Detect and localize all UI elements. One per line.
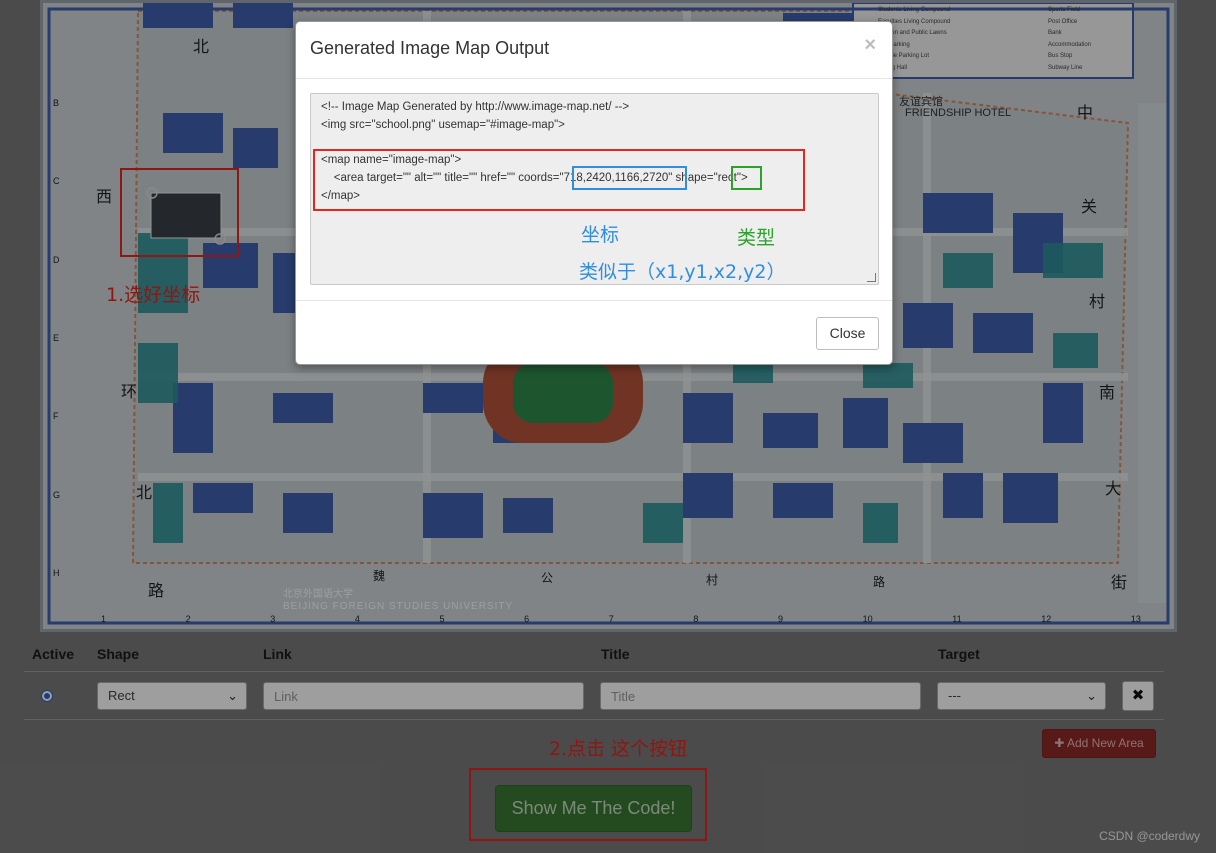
row-marker: F <box>53 411 59 422</box>
modal-title: Generated Image Map Output <box>310 38 550 58</box>
chevron-down-icon: ⌄ <box>1086 688 1097 703</box>
map-row-markers: B C D E F G H <box>53 98 60 578</box>
code-line: <!-- Image Map Generated by http://www.i… <box>321 101 630 113</box>
legend-item: Post Office <box>1048 18 1078 25</box>
map-label-road: 路 <box>148 583 165 600</box>
header-shape: Shape <box>97 646 140 662</box>
column-marker: 7 <box>608 614 614 624</box>
column-marker: 9 <box>778 614 784 624</box>
code-line: <img src="school.png" usemap="#image-map… <box>321 119 565 131</box>
hotel-label-en: FRIENDSHIP HOTEL <box>905 107 1012 119</box>
modal-header-divider <box>296 78 892 79</box>
map-caption-en: BEIJING FOREIGN STUDIES UNIVERSITY <box>283 601 514 612</box>
legend-item: Dining Hall <box>878 64 908 71</box>
header-title: Title <box>601 646 630 662</box>
map-caption-cn: 北京外国语大学 <box>283 589 353 600</box>
legend-item: Sports Field <box>1048 7 1081 13</box>
map-label-nan: 南 <box>1099 385 1116 402</box>
column-marker: 11 <box>952 614 962 624</box>
delete-area-button[interactable]: ✖ <box>1122 681 1154 711</box>
map-label-west: 西 <box>96 189 113 206</box>
watermark: CSDN @coderdwy <box>1099 829 1200 843</box>
map-label-zhong: 中 <box>1077 105 1094 122</box>
step2-annotation: 2.点击 这个按钮 <box>549 738 688 760</box>
step1-annotation: 1.选好坐标 <box>106 284 201 306</box>
title-input[interactable] <box>600 682 921 710</box>
legend-item: Bicycle Parking Lot <box>878 53 930 59</box>
header-divider <box>24 671 1164 672</box>
resize-handle-icon[interactable] <box>867 273 876 282</box>
map-label-cun: 村 <box>1089 294 1106 311</box>
map-label-ring: 环 <box>121 384 138 401</box>
plus-icon: ✚ <box>1054 736 1065 750</box>
active-radio[interactable] <box>41 690 53 702</box>
selection-highlight-box <box>120 168 239 257</box>
map-legend-right: Sports Field Post Office Bank Accommodat… <box>1048 5 1128 74</box>
map-label-north: 北 <box>193 39 210 56</box>
column-marker: 2 <box>185 614 191 624</box>
code-output-modal: Generated Image Map Output × <!-- Image … <box>295 21 893 365</box>
map-label-north-2: 北 <box>136 485 153 502</box>
map-label-jie: 街 <box>1111 575 1128 592</box>
row-marker: G <box>53 489 61 500</box>
modal-close-button[interactable]: Close <box>816 317 879 350</box>
header-target: Target <box>938 646 980 662</box>
legend-item: Accommodation <box>1048 41 1092 48</box>
column-marker: 13 <box>1130 614 1141 624</box>
close-icon: ✖ <box>1131 687 1145 704</box>
map-column-markers: 1 2 3 4 5 6 7 8 9 10 11 12 13 <box>101 614 1141 624</box>
legend-item: Bus Stop <box>1048 53 1073 59</box>
link-input[interactable] <box>263 682 584 710</box>
shape-highlight-box <box>731 166 762 190</box>
modal-footer-divider <box>296 300 892 301</box>
close-icon[interactable]: × <box>864 34 876 57</box>
shape-select[interactable]: Rect ⌄ <box>97 682 247 710</box>
shape-select-value: Rect <box>108 688 135 703</box>
column-marker: 6 <box>524 614 530 624</box>
show-code-highlight-box <box>469 768 707 841</box>
target-select[interactable]: --- ⌄ <box>937 682 1106 710</box>
legend-item: Car Parking <box>878 41 910 48</box>
coords-highlight-box <box>572 166 687 190</box>
legend-item: Bank <box>1048 30 1062 36</box>
header-link: Link <box>263 646 292 662</box>
add-new-area-label: Add New Area <box>1067 736 1144 750</box>
column-marker: 1 <box>101 614 107 624</box>
map-label-da: 大 <box>1105 481 1122 498</box>
map-label-wei: 魏 <box>373 569 386 583</box>
legend-item: Subway Line <box>1048 64 1083 71</box>
column-marker: 3 <box>270 614 276 624</box>
code-output-textarea[interactable]: <!-- Image Map Generated by http://www.i… <box>310 93 879 285</box>
column-marker: 4 <box>354 614 360 624</box>
map-label-guan: 关 <box>1081 199 1098 216</box>
target-select-value: --- <box>948 688 961 703</box>
legend-item: Garden and Public Lawns <box>878 30 947 36</box>
map-label-gong: 公 <box>541 571 554 585</box>
similar-annotation: 类似于（x1,y1,x2,y2） <box>579 261 786 283</box>
chevron-down-icon: ⌄ <box>227 688 238 703</box>
map-legend-left: Students Living Compound Faculties Livin… <box>878 5 988 74</box>
row-marker: C <box>53 176 60 187</box>
row-marker: H <box>53 567 60 578</box>
row-marker: D <box>53 254 60 265</box>
map-label-road-2: 路 <box>873 575 886 589</box>
legend-item: Students Living Compound <box>878 7 951 13</box>
column-marker: 12 <box>1041 614 1052 624</box>
type-annotation: 类型 <box>737 227 776 249</box>
column-marker: 8 <box>693 614 699 624</box>
row-marker: B <box>53 98 60 108</box>
row-divider <box>24 719 1164 720</box>
row-marker: E <box>53 332 60 343</box>
map-label-cun-2: 村 <box>706 573 719 587</box>
header-active: Active <box>32 646 75 662</box>
legend-item: Faculties Living Compound <box>878 18 951 25</box>
column-marker: 5 <box>439 614 445 624</box>
coords-annotation: 坐标 <box>581 224 620 246</box>
add-new-area-button[interactable]: ✚ Add New Area <box>1042 729 1156 758</box>
column-marker: 10 <box>862 614 873 624</box>
